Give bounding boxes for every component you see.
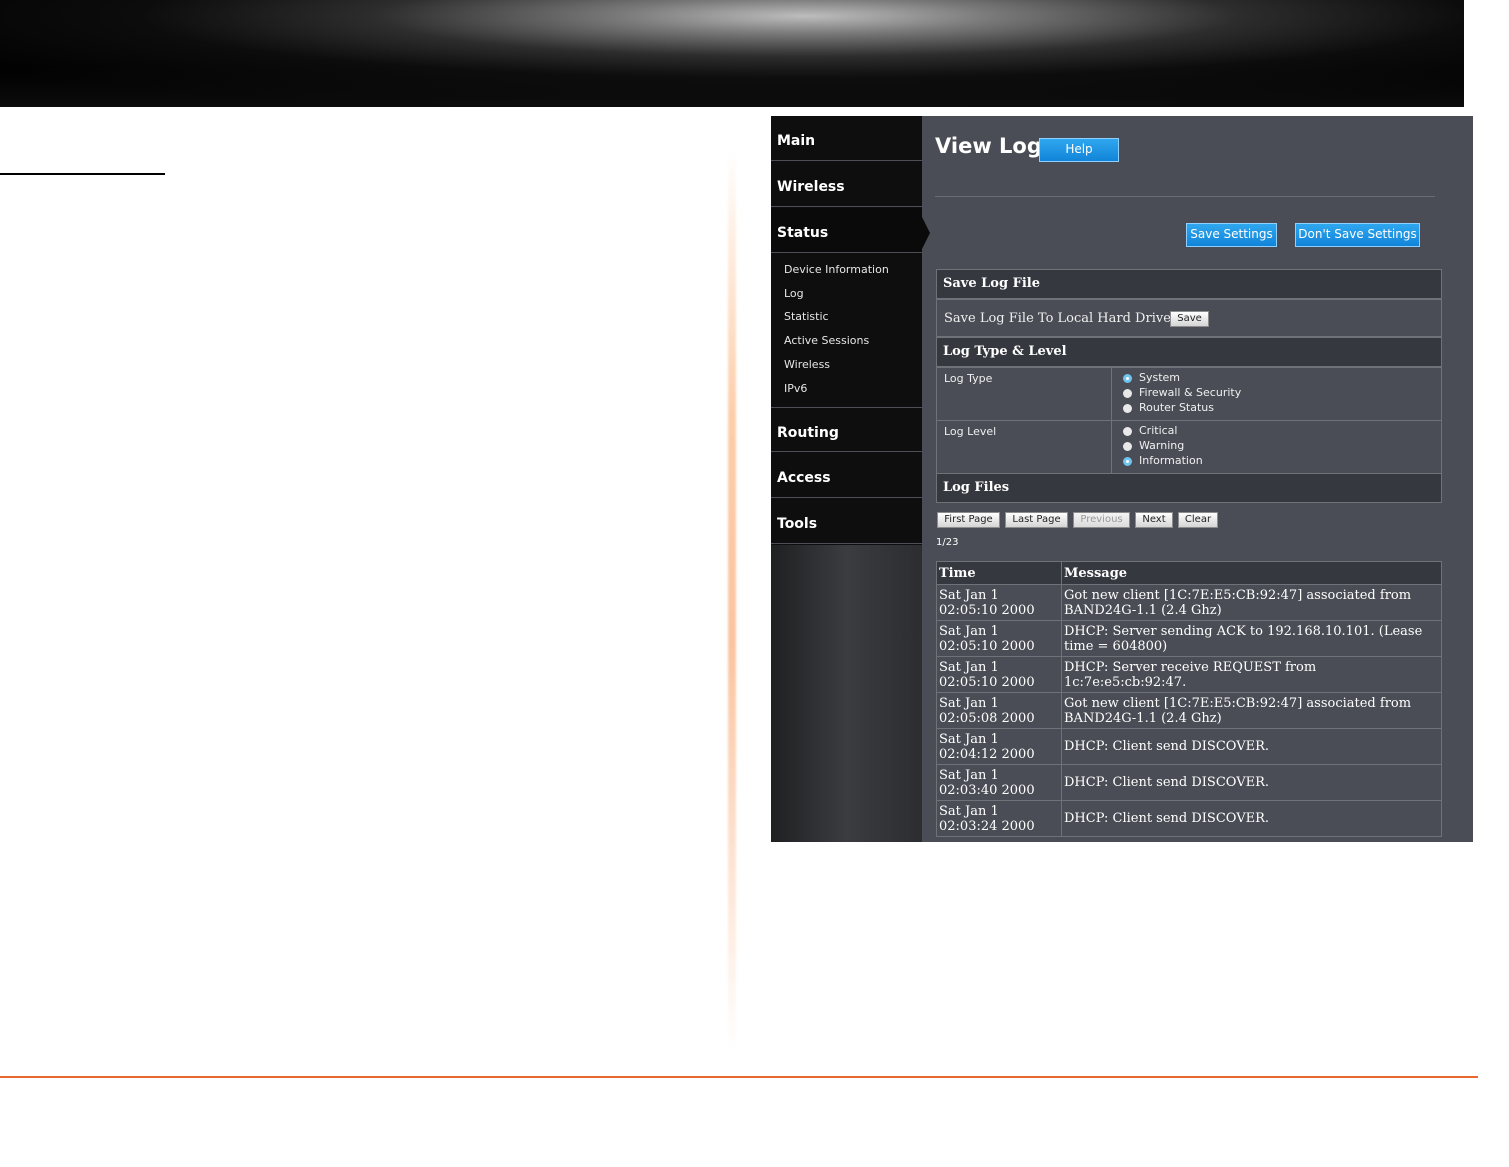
log-clock: 02:03:24 2000 [939,818,1035,834]
log-files-heading: Log Files [936,473,1442,503]
page-indicator: 1/23 [936,537,959,548]
table-row: Sat Jan 1 02:05:10 2000 DHCP: Server send… [936,620,1442,657]
log-clock: 02:05:10 2000 [939,674,1035,690]
log-level-label: Log Level [944,425,997,438]
clear-log-button[interactable]: Clear [1178,512,1218,528]
header-divider [935,196,1435,197]
nav-wireless[interactable]: Wireless [771,162,922,207]
previous-page-button[interactable]: Previous [1073,512,1130,528]
subnav-log[interactable]: Log [784,287,804,300]
nav-status[interactable]: Status [771,208,922,253]
column-time: Time [936,561,1062,585]
log-time: Sat Jan 1 02:03:24 2000 [936,800,1062,837]
log-message: DHCP: Client send DISCOVER. [1061,728,1442,765]
log-message: DHCP: Server receive REQUEST from 1c:7e:… [1061,656,1442,693]
log-type-row: Log Type System Firewall & Security Rout… [936,367,1442,421]
log-clock: 02:03:40 2000 [939,782,1035,798]
log-table-header: Time Message [936,561,1442,585]
footer-line [0,1076,1478,1078]
log-clock: 02:05:08 2000 [939,710,1035,726]
log-level-critical-label: Critical [1139,424,1178,437]
log-time: Sat Jan 1 02:03:40 2000 [936,764,1062,801]
log-level-options: Critical Warning Information [1123,424,1323,475]
log-time: Sat Jan 1 02:05:08 2000 [936,692,1062,729]
subnav-wireless[interactable]: Wireless [784,358,830,371]
log-date: Sat Jan 1 [939,695,999,711]
log-clock: 02:05:10 2000 [939,602,1035,618]
top-banner [0,0,1464,107]
subnav-active-sessions[interactable]: Active Sessions [784,334,869,347]
nav-tools[interactable]: Tools [771,499,922,544]
log-message: Got new client [1C:7E:E5:CB:92:47] assoc… [1061,692,1442,729]
save-log-file-row: Save Log File To Local Hard Drive. Save [936,299,1442,337]
subnav-statistic[interactable]: Statistic [784,310,829,323]
log-type-label: Log Type [944,372,993,385]
log-time: Sat Jan 1 02:05:10 2000 [936,620,1062,657]
table-row: Sat Jan 1 02:03:40 2000 DHCP: Client send… [936,764,1442,801]
log-type-firewall-radio[interactable] [1123,389,1132,398]
log-clock: 02:05:10 2000 [939,638,1035,654]
log-time: Sat Jan 1 02:05:10 2000 [936,584,1062,621]
log-type-router-status-radio[interactable] [1123,404,1132,413]
log-date: Sat Jan 1 [939,659,999,675]
help-button[interactable]: Help [1039,138,1119,162]
subnav-ipv6[interactable]: IPv6 [784,382,807,395]
log-time: Sat Jan 1 02:04:12 2000 [936,728,1062,765]
log-type-router-status-label: Router Status [1139,401,1215,414]
dont-save-settings-button[interactable]: Don't Save Settings [1295,223,1420,247]
log-type-system-radio[interactable] [1123,374,1132,383]
table-row: Sat Jan 1 02:04:12 2000 DHCP: Client send… [936,728,1442,765]
table-row: Sat Jan 1 02:05:10 2000 Got new client [1… [936,584,1442,621]
log-date: Sat Jan 1 [939,623,999,639]
last-page-button[interactable]: Last Page [1005,512,1068,528]
nav-access[interactable]: Access [771,453,922,498]
log-level-critical-radio[interactable] [1123,427,1132,436]
save-log-button[interactable]: Save [1170,311,1209,327]
log-level-row: Log Level Critical Warning Information [936,420,1442,474]
sidebar: Main Wireless Status Device Information … [771,116,922,842]
column-divider [728,150,736,1050]
log-clock: 02:04:12 2000 [939,746,1035,762]
heading-underline [0,173,165,175]
table-row: Sat Jan 1 02:03:24 2000 DHCP: Client send… [936,800,1442,837]
table-row: Sat Jan 1 02:05:08 2000 Got new client [1… [936,692,1442,729]
save-settings-button[interactable]: Save Settings [1186,223,1277,247]
log-table: Time Message Sat Jan 1 02:05:10 2000 Got … [936,561,1442,837]
log-type-system-label: System [1139,371,1181,384]
log-date: Sat Jan 1 [939,803,999,819]
nav-routing[interactable]: Routing [771,407,922,452]
log-level-information-radio[interactable] [1123,457,1132,466]
log-date: Sat Jan 1 [939,731,999,747]
column-message: Message [1061,561,1442,585]
table-row: Sat Jan 1 02:05:10 2000 DHCP: Server rece… [936,656,1442,693]
log-level-warning-label: Warning [1139,439,1185,452]
log-level-warning-radio[interactable] [1123,442,1132,451]
log-message: DHCP: Client send DISCOVER. [1061,764,1442,801]
save-log-file-text: Save Log File To Local Hard Drive. [944,311,1176,326]
page-title: View Log [935,134,1042,158]
log-type-level-heading: Log Type & Level [936,337,1442,367]
log-date: Sat Jan 1 [939,587,999,603]
log-type-firewall-label: Firewall & Security [1139,386,1242,399]
log-message: DHCP: Server sending ACK to 192.168.10.1… [1061,620,1442,657]
main-content: View Log Help Save Settings Don't Save S… [923,116,1473,842]
log-time: Sat Jan 1 02:05:10 2000 [936,656,1062,693]
nav-main[interactable]: Main [771,116,922,161]
save-log-file-heading: Save Log File [936,269,1442,299]
log-date: Sat Jan 1 [939,767,999,783]
log-level-information-label: Information [1139,454,1203,467]
next-page-button[interactable]: Next [1135,512,1173,528]
subnav-device-information[interactable]: Device Information [784,263,889,276]
first-page-button[interactable]: First Page [937,512,1000,528]
log-message: DHCP: Client send DISCOVER. [1061,800,1442,837]
log-message: Got new client [1C:7E:E5:CB:92:47] assoc… [1061,584,1442,621]
log-type-options: System Firewall & Security Router Status [1123,371,1323,422]
router-ui-screenshot: Main Wireless Status Device Information … [771,116,1473,842]
